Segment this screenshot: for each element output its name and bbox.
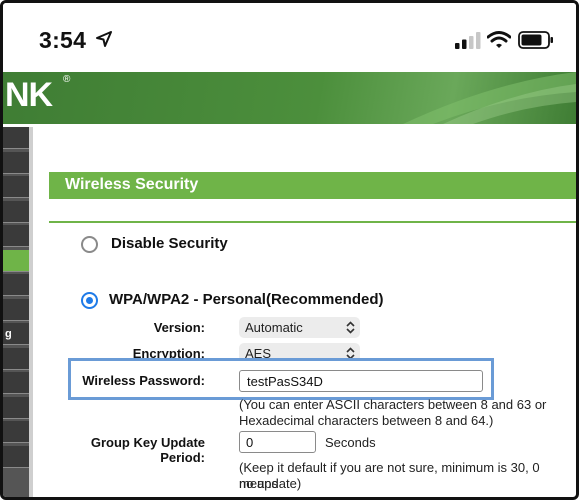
sidebar-item[interactable] (3, 445, 29, 468)
banner-divider (3, 124, 576, 127)
version-select[interactable]: Automatic (239, 317, 360, 338)
sidebar-item[interactable] (3, 372, 29, 394)
status-bar: 3:54 (3, 3, 576, 71)
sidebar-item[interactable] (3, 151, 29, 174)
select-chevrons-icon (346, 321, 355, 334)
cellular-signal-icon (455, 32, 481, 49)
router-header-banner: NK ® (3, 72, 576, 124)
group-key-period-input[interactable] (239, 431, 316, 453)
sidebar-item[interactable] (3, 225, 29, 247)
option-label-disable-security: Disable Security (111, 235, 228, 252)
radio-wpa-personal[interactable] (81, 292, 98, 309)
sidebar-nav: g (3, 127, 33, 497)
group-key-label: Group Key Update Period: (90, 435, 205, 465)
sidebar-item[interactable] (3, 274, 29, 296)
clock-time: 3:54 (39, 27, 87, 53)
sidebar-item[interactable] (3, 421, 29, 443)
sidebar-item[interactable] (3, 127, 29, 149)
brand-logo-text: NK (5, 76, 53, 114)
group-key-unit: Seconds (325, 435, 376, 450)
location-arrow-icon (96, 31, 112, 47)
option-label-wpa-personal: WPA/WPA2 - Personal(Recommended) (109, 291, 384, 308)
battery-icon (518, 31, 553, 49)
version-select-value: Automatic (245, 320, 303, 335)
group-key-hint-line-2: no update) (239, 476, 302, 491)
section-header: Wireless Security (49, 172, 576, 199)
sidebar-item[interactable] (3, 176, 29, 198)
sidebar-item[interactable] (3, 298, 29, 321)
section-divider (49, 221, 576, 223)
registered-mark: ® (63, 74, 71, 85)
wireless-password-label: Wireless Password: (82, 373, 205, 388)
sidebar-item[interactable]: g (3, 323, 29, 345)
sidebar-item[interactable] (3, 249, 29, 272)
wifi-icon (487, 31, 511, 48)
screenshot-frame: 3:54 NK ® g Wireless Security Disable Se… (0, 0, 579, 500)
wireless-password-input[interactable] (239, 370, 483, 392)
sidebar-item[interactable] (3, 200, 29, 223)
section-title: Wireless Security (65, 176, 199, 193)
sidebar-item[interactable] (3, 347, 29, 370)
banner-swoosh-graphic (403, 72, 576, 124)
radio-disable-security[interactable] (81, 236, 98, 253)
sidebar-item[interactable] (3, 396, 29, 419)
password-hint-line-1: (You can enter ASCII characters between … (239, 397, 547, 412)
password-hint-line-2: Hexadecimal characters between 8 and 64.… (239, 413, 494, 428)
version-label: Version: (153, 320, 205, 335)
